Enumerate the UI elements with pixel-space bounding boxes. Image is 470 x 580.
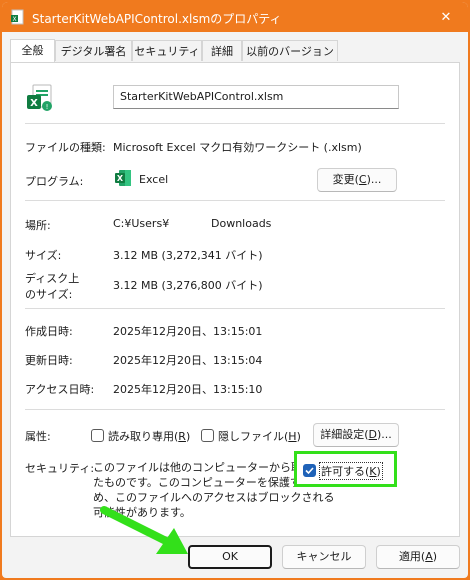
change-button-label: 変更( (332, 173, 359, 186)
location-value-prefix: C:¥Users¥ (113, 217, 170, 230)
tab-general[interactable]: 全般 (10, 39, 55, 62)
file-name-field[interactable]: StarterKitWebAPIControl.xlsm (113, 85, 399, 109)
unblock-key: K (369, 465, 377, 478)
unblock-label[interactable]: 許可する(K) (319, 462, 383, 480)
hidden-label-text: 隠しファイル( (218, 430, 289, 443)
tab-security[interactable]: セキュリティ (132, 40, 202, 61)
unblock-label-text: 許可する( (321, 465, 370, 478)
tab-digital-signatures[interactable]: デジタル署名 (55, 40, 132, 61)
excel-app-icon: X (113, 168, 133, 191)
unblock-suffix: ) (376, 465, 381, 478)
separator (25, 123, 445, 124)
hidden-key: H (288, 430, 297, 443)
accessed-label: アクセス日時: (25, 383, 95, 396)
security-label: セキュリティ: (25, 462, 95, 475)
readonly-checkbox[interactable] (91, 429, 104, 442)
apply-button-key: A (425, 550, 433, 563)
hidden-checkbox[interactable] (201, 429, 214, 442)
modified-value: 2025年12月20日、13:15:04 (113, 354, 263, 367)
attributes-label: 属性: (25, 430, 51, 443)
advanced-button-key: D (368, 428, 377, 441)
tab-details[interactable]: 詳細 (202, 40, 242, 61)
ok-button[interactable]: OK (188, 545, 272, 569)
location-value-suffix: Downloads (211, 217, 272, 230)
readonly-label[interactable]: 読み取り専用(R) (108, 428, 190, 444)
disk-size-value: 3.12 MB (3,276,800 バイト) (113, 279, 263, 292)
file-type-value: Microsoft Excel マクロ有効ワークシート (.xlsm) (113, 141, 362, 154)
disk-size-label: ディスク上 (25, 272, 80, 285)
program-label: プログラム: (25, 175, 84, 188)
change-button-suffix: )... (366, 173, 382, 186)
location-label: 場所: (25, 219, 51, 232)
size-label: サイズ: (25, 249, 62, 262)
file-type-label: ファイルの種類: (25, 141, 106, 154)
title-bar: X StarterKitWebAPIControl.xlsmのプロパティ ✕ (2, 2, 468, 32)
modified-label: 更新日時: (25, 354, 73, 367)
program-value: Excel (139, 173, 169, 186)
separator (25, 308, 445, 309)
advanced-button-suffix: )... (377, 428, 392, 441)
general-panel: X ! StarterKitWebAPIControl.xlsm ファイルの種類… (10, 62, 460, 537)
created-value: 2025年12月20日、13:15:01 (113, 325, 263, 338)
file-properties-icon: X (10, 9, 26, 28)
close-button[interactable]: ✕ (424, 2, 468, 32)
disk-size-label-2: のサイズ: (25, 288, 73, 301)
apply-button-label: 適用( (398, 550, 426, 563)
accessed-value: 2025年12月20日、13:15:10 (113, 383, 263, 396)
separator (25, 200, 445, 201)
excel-file-icon: X ! (25, 83, 55, 116)
annotation-arrow-icon (100, 506, 188, 554)
properties-dialog: X StarterKitWebAPIControl.xlsmのプロパティ ✕ 全… (2, 2, 468, 578)
cancel-button[interactable]: キャンセル (282, 545, 366, 569)
advanced-settings-button[interactable]: 詳細設定(D)... (313, 423, 399, 447)
window-title: StarterKitWebAPIControl.xlsmのプロパティ (32, 12, 282, 26)
apply-button-suffix: ) (432, 550, 438, 563)
svg-text:X: X (30, 98, 38, 109)
size-value: 3.12 MB (3,272,341 バイト) (113, 249, 263, 262)
readonly-key: R (178, 430, 186, 443)
svg-text:X: X (12, 16, 16, 23)
svg-text:X: X (117, 174, 124, 183)
unblock-checkbox[interactable] (303, 464, 316, 477)
advanced-button-label: 詳細設定( (320, 428, 369, 441)
hidden-suffix: ) (296, 430, 301, 443)
readonly-label-text: 読み取り専用( (108, 430, 179, 443)
svg-text:!: ! (46, 103, 49, 111)
created-label: 作成日時: (25, 325, 73, 338)
apply-button[interactable]: 適用(A) (376, 545, 460, 569)
change-program-button[interactable]: 変更(C)... (317, 168, 397, 192)
close-icon: ✕ (440, 9, 452, 25)
separator (25, 409, 445, 410)
tab-previous-versions[interactable]: 以前のバージョン (242, 40, 338, 61)
change-button-key: C (358, 173, 367, 186)
readonly-suffix: ) (185, 430, 191, 443)
hidden-label[interactable]: 隠しファイル(H) (218, 428, 301, 444)
